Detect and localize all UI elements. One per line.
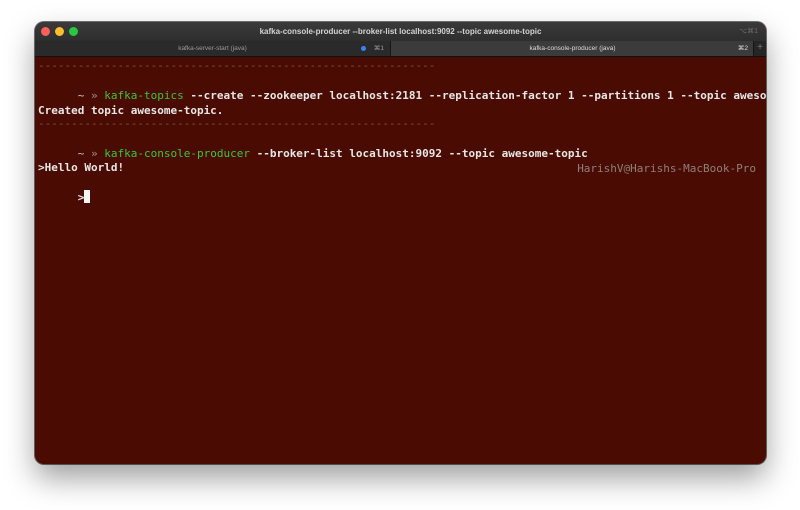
- command-line: ~ » kafka-console-producer --broker-list…: [38, 131, 766, 175]
- activity-dot-icon: [361, 46, 366, 51]
- text-cursor: [84, 190, 91, 203]
- prompt-path: ~: [77, 147, 85, 160]
- command-name: kafka-console-producer: [104, 147, 250, 160]
- title-bar[interactable]: kafka-console-producer --broker-list loc…: [35, 22, 766, 41]
- tab-kafka-server-start[interactable]: kafka-server-start (java) ⌘1: [35, 41, 391, 56]
- window-shortcut: ⌥⌘1: [739, 28, 758, 35]
- plus-icon[interactable]: +: [753, 41, 766, 56]
- tab-bar: kafka-server-start (java) ⌘1 kafka-conso…: [35, 41, 766, 57]
- command-name: kafka-topics: [104, 89, 184, 102]
- tab-label: kafka-console-producer (java): [529, 45, 616, 52]
- tab-shortcut: ⌘1: [373, 45, 384, 52]
- prompt-path: ~: [77, 89, 85, 102]
- terminal-output[interactable]: ----------------------------------------…: [35, 57, 766, 464]
- tab-kafka-console-producer[interactable]: kafka-console-producer (java) ⌘2: [391, 41, 754, 56]
- command-args: --create --zookeeper localhost:2181 --re…: [183, 89, 766, 102]
- output-line: >Hello World!: [38, 161, 125, 174]
- tab-shortcut: ⌘2: [737, 45, 748, 52]
- separator-line: ----------------------------------------…: [38, 117, 436, 130]
- terminal-window: kafka-console-producer --broker-list loc…: [35, 22, 766, 464]
- tab-label: kafka-server-start (java): [178, 45, 247, 52]
- command-args: --broker-list localhost:9092 --topic awe…: [249, 147, 588, 160]
- separator-line: ----------------------------------------…: [38, 59, 436, 72]
- window-title: kafka-console-producer --broker-list loc…: [259, 27, 542, 36]
- right-prompt: HarishV@Harishs-MacBook-Pro: [577, 162, 756, 175]
- command-line: ~ » kafka-topics --create --zookeeper lo…: [38, 73, 766, 102]
- input-prompt: >: [77, 191, 85, 204]
- prompt-arrow: »: [91, 89, 98, 102]
- input-line[interactable]: >: [38, 175, 91, 204]
- prompt-arrow: »: [91, 147, 98, 160]
